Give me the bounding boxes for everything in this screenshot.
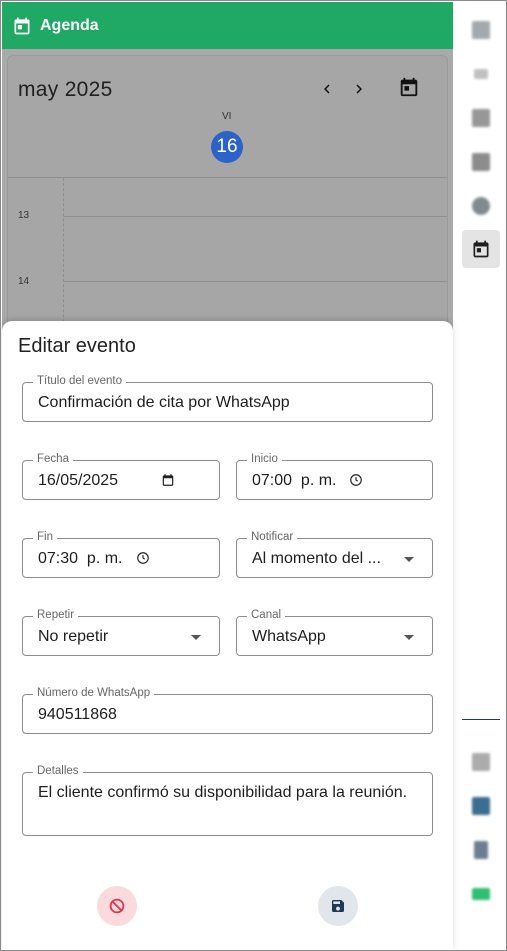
- hour-label: 13: [18, 210, 30, 221]
- channel-value: WhatsApp: [252, 628, 326, 645]
- pin-icon: [474, 69, 488, 79]
- chart-icon: [472, 21, 490, 39]
- sidebar-item-pin[interactable]: [462, 55, 500, 93]
- start-time-field[interactable]: Inicio 07:00 p. m.: [236, 453, 433, 500]
- field-label: Número de WhatsApp: [33, 687, 155, 699]
- edit-event-sheet: Editar evento Título del evento Confirma…: [2, 321, 453, 950]
- end-time-field[interactable]: Fin 07:30 p. m.: [22, 531, 220, 578]
- sidebar-divider: [462, 719, 500, 720]
- sidebar-item-chat[interactable]: [462, 743, 500, 781]
- sidebar-item-money[interactable]: [462, 875, 500, 913]
- dropdown-arrow-icon: [187, 628, 205, 646]
- notify-select[interactable]: Notificar Al momento del ...: [236, 531, 433, 578]
- today-day-number[interactable]: 16: [211, 131, 243, 163]
- right-sidebar: [453, 2, 506, 950]
- event-title-field[interactable]: Título del evento Confirmación de cita p…: [22, 375, 433, 422]
- field-label: Título del evento: [33, 375, 127, 387]
- calendar-view: may 2025 VI 16 13 14: [2, 49, 453, 378]
- sidebar-item-settings[interactable]: [462, 187, 500, 225]
- details-value[interactable]: El cliente confirmó su disponibilidad pa…: [38, 784, 407, 802]
- calendar-icon: [473, 240, 489, 258]
- dropdown-arrow-icon: [400, 628, 418, 646]
- event-title-value[interactable]: Confirmación de cita por WhatsApp: [38, 394, 290, 412]
- sheet-title: Editar evento: [18, 335, 136, 357]
- repeat-value: No repetir: [38, 628, 109, 645]
- chat-icon: [472, 753, 490, 771]
- field-label: Inicio: [247, 453, 282, 465]
- app-header: Agenda: [2, 2, 453, 49]
- month-label: may 2025: [18, 78, 113, 101]
- settings-icon: [472, 197, 490, 215]
- save-icon: [332, 900, 344, 912]
- start-time-value[interactable]: 07:00 p. m.: [252, 472, 337, 490]
- money-icon: [472, 888, 490, 900]
- prev-week-button[interactable]: [316, 78, 338, 100]
- cancel-button[interactable]: [97, 886, 137, 926]
- calendar-card: may 2025 VI 16 13 14: [7, 55, 448, 378]
- user-icon: [472, 109, 490, 127]
- field-label: Detalles: [33, 765, 83, 777]
- next-week-button[interactable]: [348, 78, 370, 100]
- weekday-label: VI: [222, 111, 232, 122]
- field-label: Notificar: [247, 531, 298, 543]
- chevron-left-icon: [324, 84, 330, 94]
- clock-icon: [350, 474, 362, 486]
- clock-icon: [137, 552, 149, 564]
- chevron-right-icon: [356, 84, 362, 94]
- save-button[interactable]: [318, 886, 358, 926]
- field-label: Fin: [33, 531, 57, 543]
- whatsapp-number-field[interactable]: Número de WhatsApp 940511868: [22, 687, 433, 734]
- date-field[interactable]: Fecha 16/05/2025: [22, 453, 220, 500]
- field-label: Repetir: [33, 609, 79, 621]
- sidebar-item-docs[interactable]: [462, 831, 500, 869]
- calendar-picker-icon: [162, 474, 174, 486]
- sidebar-item-agenda[interactable]: [462, 230, 500, 268]
- flag-icon: [472, 153, 490, 171]
- date-picker-button[interactable]: [159, 471, 177, 489]
- end-time-picker-button[interactable]: [134, 549, 152, 567]
- dropdown-arrow-icon: [400, 550, 418, 568]
- sidebar-item-charts[interactable]: [462, 11, 500, 49]
- today-button[interactable]: [398, 76, 420, 98]
- whatsapp-number-value[interactable]: 940511868: [38, 706, 117, 724]
- app-title: Agenda: [40, 16, 99, 34]
- calendar-icon: [14, 17, 30, 34]
- grid-line: [8, 177, 447, 178]
- start-time-picker-button[interactable]: [347, 471, 365, 489]
- people-icon: [472, 797, 490, 815]
- channel-select[interactable]: Canal WhatsApp: [236, 609, 433, 656]
- hour-label: 14: [18, 276, 30, 287]
- sidebar-item-user[interactable]: [462, 99, 500, 137]
- block-icon: [109, 898, 125, 914]
- sidebar-item-people[interactable]: [462, 787, 500, 825]
- date-value[interactable]: 16/05/2025: [38, 472, 118, 490]
- doc-icon: [474, 841, 488, 859]
- end-time-value[interactable]: 07:30 p. m.: [38, 550, 123, 568]
- grid-line: [64, 281, 447, 282]
- grid-line: [64, 216, 447, 217]
- field-label: Fecha: [33, 453, 73, 465]
- app-window: Agenda may 2025 VI 16 13 14 Editar event…: [0, 0, 507, 951]
- details-textarea[interactable]: Detalles El cliente confirmó su disponib…: [22, 765, 433, 836]
- sidebar-item-flag[interactable]: [462, 143, 500, 181]
- repeat-select[interactable]: Repetir No repetir: [22, 609, 220, 656]
- notify-value: Al momento del ...: [252, 550, 381, 567]
- field-label: Canal: [247, 609, 286, 621]
- calendar-today-icon: [400, 77, 418, 97]
